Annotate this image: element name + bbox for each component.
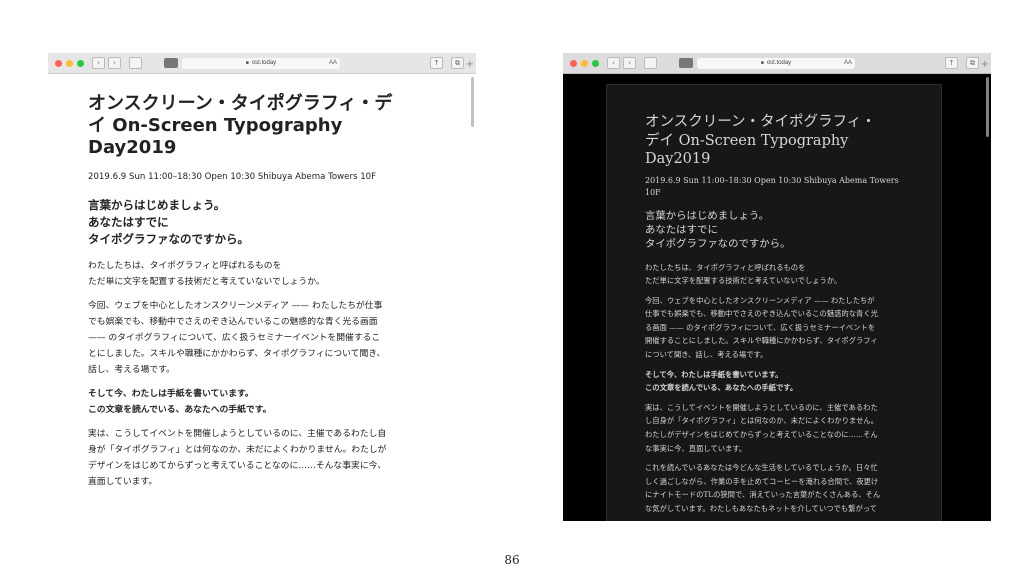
paragraph: これを読んでいるあなたは今どんな生活をしているでしょうか。日々忙 しく過ごしなが…	[645, 463, 881, 513]
minimize-window-button[interactable]	[581, 59, 588, 67]
maximize-window-button[interactable]	[592, 59, 599, 67]
paragraph: 実は、こうしてイベントを開催しようとしているのに、主催であるわたし自 身が「タイ…	[88, 429, 387, 487]
paragraph: わたしたちは、タイポグラフィと呼ばれるものを ただ単に文字を配置する技術だと考え…	[88, 261, 325, 287]
address-bar[interactable]: ■ ost.today AA	[697, 57, 855, 69]
forward-button[interactable]: ›	[623, 57, 636, 69]
minimize-window-button[interactable]	[66, 59, 73, 67]
paragraph: 実は、こうしてイベントを開催しようとしているのに、主催であるわた し自身が「タイ…	[645, 402, 878, 453]
reader-icon[interactable]	[679, 58, 693, 68]
address-bar[interactable]: ■ ost.today AA	[182, 57, 340, 69]
paragraph-bold: そして今、わたしは手紙を書いています。 この文章を読んでいる、あなたへの手紙です…	[645, 369, 798, 393]
browser-window-light: ‹ › ■ ost.today AA ↑ ⧉ + オンスクリーン・タイポグラフィ…	[48, 53, 476, 521]
page-number: 86	[504, 553, 520, 567]
page-content: オンスクリーン・タイポグラフィ・デ イ On-Screen Typography…	[88, 93, 428, 498]
reader-icon[interactable]	[164, 58, 178, 68]
lock-icon: ■	[245, 60, 249, 66]
url-text: ost.today	[766, 60, 792, 66]
reader-panel: オンスクリーン・タイポグラフィ・ デイ On-Screen Typography…	[606, 84, 942, 521]
paragraph: 今回、ウェブを中心としたオンスクリーンメディア —— わたしたちが仕事 でも娯楽…	[88, 301, 386, 375]
event-meta: 2019.6.9 Sun 11:00–18:30 Open 10:30 Shib…	[88, 172, 377, 182]
url-text: ost.today	[251, 60, 277, 66]
scrollbar[interactable]	[986, 77, 989, 137]
tabs-icon[interactable]: ⧉	[966, 57, 979, 69]
page-title: オンスクリーン・タイポグラフィ・ デイ On-Screen Typography…	[645, 114, 876, 167]
forward-button[interactable]: ›	[108, 57, 121, 69]
scrollbar[interactable]	[471, 77, 474, 127]
back-button[interactable]: ‹	[607, 57, 620, 69]
text-size-button[interactable]: AA	[844, 60, 852, 66]
share-icon[interactable]: ↑	[430, 57, 443, 69]
close-window-button[interactable]	[55, 59, 62, 67]
back-button[interactable]: ‹	[92, 57, 105, 69]
browser-toolbar: ‹ › ■ ost.today AA ↑ ⧉ +	[48, 53, 476, 74]
event-meta: 2019.6.9 Sun 11:00–18:30 Open 10:30 Shib…	[645, 175, 899, 197]
new-tab-button[interactable]: +	[981, 59, 989, 70]
lock-icon: ■	[760, 60, 764, 66]
paragraph-bold: そして今、わたしは手紙を書いています。 この文章を読んでいる、あなたへの手紙です…	[88, 389, 272, 415]
section-heading: 言葉からはじめましょう。 あなたはすでに タイポグラファなのですから。	[88, 198, 249, 246]
paragraph: 今回、ウェブを中心としたオンスクリーンメディア —— わたしたちが 仕事でも娯楽…	[645, 295, 878, 360]
browser-toolbar: ‹ › ■ ost.today AA ↑ ⧉ +	[563, 53, 991, 74]
page-title: オンスクリーン・タイポグラフィ・デ イ On-Screen Typography…	[88, 93, 393, 158]
page-content: オンスクリーン・タイポグラフィ・ デイ On-Screen Typography…	[645, 113, 913, 521]
new-tab-button[interactable]: +	[466, 59, 474, 70]
sidebar-icon[interactable]	[129, 57, 142, 69]
sidebar-icon[interactable]	[644, 57, 657, 69]
section-heading: 言葉からはじめましょう。 あなたはすでに タイポグラファなのですから。	[645, 209, 791, 250]
paragraph: わたしたちは、タイポグラフィと呼ばれるものを ただ単に文字を配置する技術だと考え…	[645, 262, 842, 286]
close-window-button[interactable]	[570, 59, 577, 67]
tabs-icon[interactable]: ⧉	[451, 57, 464, 69]
text-size-button[interactable]: AA	[329, 60, 337, 66]
share-icon[interactable]: ↑	[945, 57, 958, 69]
maximize-window-button[interactable]	[77, 59, 84, 67]
browser-window-dark: ‹ › ■ ost.today AA ↑ ⧉ + オンスクリーン・タイポグラフィ…	[563, 53, 991, 521]
